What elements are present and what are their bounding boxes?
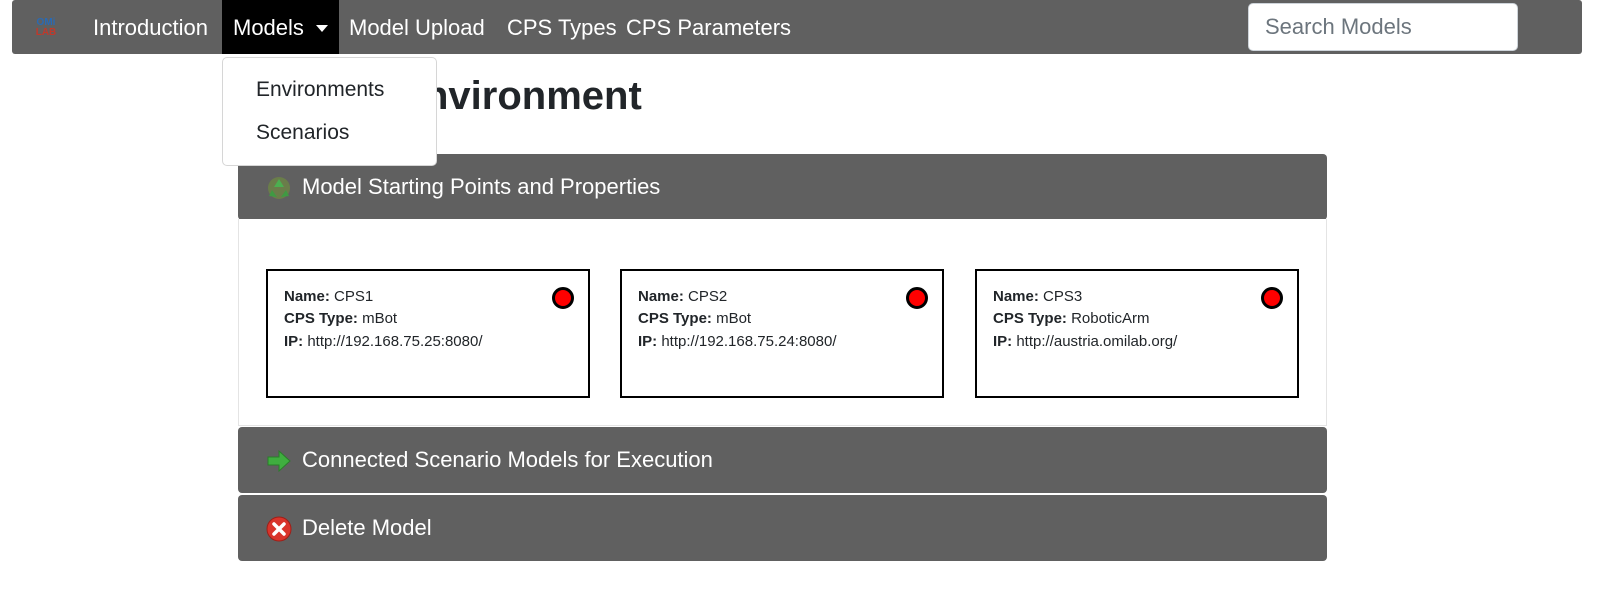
nav-models-dropdown[interactable]: Models bbox=[222, 0, 339, 54]
nav-model-upload[interactable]: Model Upload bbox=[349, 0, 485, 54]
nav-cps-types[interactable]: CPS Types bbox=[507, 0, 617, 54]
panel-title: Connected Scenario Models for Execution bbox=[302, 447, 713, 472]
card-ip-row: IP: http://192.168.75.25:8080/ bbox=[284, 333, 483, 350]
panel-title: Delete Model bbox=[302, 515, 432, 540]
card-name-row: Name: CPS2 bbox=[638, 288, 728, 305]
card-type-row: CPS Type: mBot bbox=[638, 310, 752, 327]
cps-card-1[interactable]: Name: CPS1 CPS Type: mBot IP: http://192… bbox=[266, 269, 590, 398]
arrow-right-icon bbox=[267, 449, 291, 473]
card-name-row: Name: CPS3 bbox=[993, 288, 1083, 305]
cps-card-2[interactable]: Name: CPS2 CPS Type: mBot IP: http://192… bbox=[620, 269, 944, 398]
nav-models-label: Models bbox=[233, 15, 304, 40]
nav-cps-parameters[interactable]: CPS Parameters bbox=[626, 0, 791, 54]
card-type-row: CPS Type: mBot bbox=[284, 310, 398, 327]
status-indicator-icon bbox=[552, 287, 574, 309]
recycle-icon bbox=[268, 177, 290, 199]
models-dropdown-menu: Environments Scenarios bbox=[222, 57, 437, 166]
status-indicator-icon bbox=[906, 287, 928, 309]
card-name-row: Name: CPS1 bbox=[284, 288, 374, 305]
card-type-row: CPS Type: RoboticArm bbox=[993, 310, 1150, 327]
search-models-input[interactable] bbox=[1248, 3, 1518, 51]
panel-header-connected-scenarios[interactable]: Connected Scenario Models for Execution bbox=[238, 427, 1327, 493]
card-ip-row: IP: http://192.168.75.24:8080/ bbox=[638, 333, 837, 350]
cps-card-3[interactable]: Name: CPS3 CPS Type: RoboticArm IP: http… bbox=[975, 269, 1299, 398]
panel-header-delete-model[interactable]: Delete Model bbox=[238, 495, 1327, 561]
dropdown-item-environments[interactable]: Environments bbox=[256, 78, 384, 102]
card-ip-row: IP: http://austria.omilab.org/ bbox=[993, 333, 1178, 350]
status-indicator-icon bbox=[1261, 287, 1283, 309]
caret-down-icon bbox=[316, 25, 328, 32]
omilab-logo[interactable]: OMi LAB bbox=[32, 18, 60, 44]
dropdown-item-scenarios[interactable]: Scenarios bbox=[256, 121, 349, 145]
nav-introduction[interactable]: Introduction bbox=[93, 0, 208, 54]
top-navbar: OMi LAB Introduction Models Model Upload… bbox=[12, 0, 1582, 54]
delete-icon bbox=[266, 516, 292, 542]
